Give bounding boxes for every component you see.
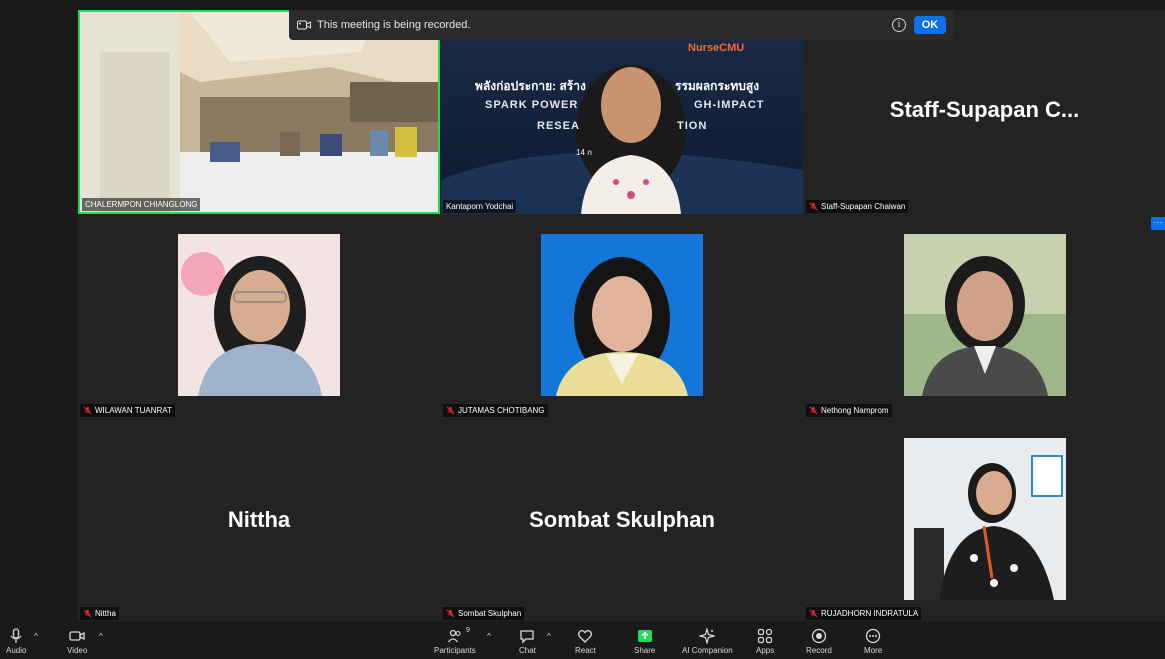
name-tag: Kantaporn Yodchai xyxy=(443,200,517,213)
name-tag: CHALERMPON CHIANGLONG xyxy=(82,198,201,211)
record-label: Record xyxy=(806,646,832,655)
audio-caret[interactable]: ^ xyxy=(34,632,38,641)
participant-tile-kantaporn[interactable]: NurseCMU พลังก่อประกาย: สร้าง รรมผลกระทบ… xyxy=(441,10,803,214)
info-icon[interactable]: i xyxy=(892,18,906,32)
slide-date: 14 ก xyxy=(576,148,592,157)
react-label: React xyxy=(575,646,596,655)
share-label: Share xyxy=(634,646,656,655)
ok-button[interactable]: OK xyxy=(914,16,946,34)
profile-photo xyxy=(178,234,340,396)
video-camera-icon xyxy=(69,631,85,641)
apps-button[interactable]: Apps xyxy=(756,628,774,655)
participant-name: Nethong Namprom xyxy=(821,406,889,415)
room-video xyxy=(80,12,438,212)
participant-tile-wilawan[interactable]: WILAWAN TUANRAT xyxy=(78,215,440,418)
ai-companion-label: AI Companion xyxy=(682,646,733,655)
zoom-meeting-window: CHALERMPON CHIANGLONG NurseCMU พลังก่อปร… xyxy=(0,0,1165,659)
more-label: More xyxy=(864,646,883,655)
heart-icon xyxy=(578,629,593,643)
name-tag: Sombat Skulphan xyxy=(443,607,525,620)
participants-label: Participants xyxy=(434,646,476,655)
slide-line2a: SPARK POWER xyxy=(485,99,579,111)
profile-photo xyxy=(904,438,1066,600)
mic-muted-icon xyxy=(446,609,455,618)
chat-button[interactable]: Chat xyxy=(519,628,536,655)
participant-name: CHALERMPON CHIANGLONG xyxy=(85,200,198,209)
apps-label: Apps xyxy=(756,646,775,655)
ai-companion-button[interactable]: AI Companion xyxy=(682,628,733,655)
react-button[interactable]: React xyxy=(575,628,596,655)
name-tag: RUJADHORN INDRATULA xyxy=(806,607,922,620)
slide-video xyxy=(441,10,803,214)
mic-muted-icon xyxy=(809,202,818,211)
display-name: Staff-Supapan C... xyxy=(889,97,1080,122)
display-name: Sombat Skulphan xyxy=(529,507,715,532)
slide-line3b: TION xyxy=(677,120,708,132)
mic-muted-icon xyxy=(809,609,818,618)
slide-line1b: รรมผลกระทบสูง xyxy=(675,79,760,93)
participant-name: Staff-Supapan Chaiwan xyxy=(821,202,906,211)
microphone-icon xyxy=(10,628,22,643)
slide-line1: พลังก่อประกาย: สร้าง xyxy=(475,79,586,93)
participant-tile-rujadhorn[interactable]: RUJADHORN INDRATULA xyxy=(804,419,1165,621)
display-name: Nittha xyxy=(227,507,291,532)
participant-tile-nethong[interactable]: Nethong Namprom xyxy=(804,215,1165,418)
participant-tile-chalermpon[interactable]: CHALERMPON CHIANGLONG xyxy=(78,10,440,214)
participants-caret[interactable]: ^ xyxy=(487,632,491,641)
participant-name: Kantaporn Yodchai xyxy=(446,202,514,211)
name-tag: Nethong Namprom xyxy=(806,404,892,417)
slide-line3a: RESEA xyxy=(537,120,580,132)
recording-text: This meeting is being recorded. xyxy=(317,19,471,31)
participant-name: WILAWAN TUANRAT xyxy=(95,406,172,415)
video-label: Video xyxy=(67,646,88,655)
participant-name: RUJADHORN INDRATULA xyxy=(821,609,919,618)
video-caret[interactable]: ^ xyxy=(99,632,103,641)
mic-muted-icon xyxy=(83,609,92,618)
chat-label: Chat xyxy=(519,646,536,655)
slide-line2b: GH-IMPACT xyxy=(694,99,765,111)
apps-icon xyxy=(758,628,773,644)
slide-brand: NurseCMU xyxy=(688,42,745,54)
name-tag: JUTAMAS CHOTIBANG xyxy=(443,404,548,417)
more-options-icon[interactable]: ··· xyxy=(1151,217,1165,230)
audio-label: Audio xyxy=(6,646,27,655)
participant-tile-jutamas[interactable]: JUTAMAS CHOTIBANG xyxy=(441,215,803,418)
mic-muted-icon xyxy=(446,406,455,415)
participant-tile-sombat[interactable]: Sombat Skulphan Sombat Skulphan xyxy=(441,419,803,621)
meeting-toolbar: Audio ^ Video ^ Participants 9 ^ Chat ^ … xyxy=(0,624,1165,659)
share-button[interactable]: Share xyxy=(634,628,655,655)
chat-caret[interactable]: ^ xyxy=(547,632,551,641)
participant-tile-nittha[interactable]: Nittha Nittha xyxy=(78,419,440,621)
participant-name: Sombat Skulphan xyxy=(458,609,522,618)
name-tag: WILAWAN TUANRAT xyxy=(80,404,175,417)
participant-name: JUTAMAS CHOTIBANG xyxy=(458,406,545,415)
video-grid: CHALERMPON CHIANGLONG NurseCMU พลังก่อปร… xyxy=(78,10,1165,621)
record-icon xyxy=(811,628,827,644)
record-button[interactable]: Record xyxy=(806,628,832,655)
video-button[interactable]: Video xyxy=(67,628,87,655)
ai-sparkle-icon xyxy=(699,628,716,644)
profile-photo xyxy=(904,234,1066,396)
participants-count: 9 xyxy=(466,627,470,634)
participant-name: Nittha xyxy=(95,609,116,618)
audio-button[interactable]: Audio xyxy=(6,628,26,655)
participants-icon xyxy=(447,629,461,643)
more-button[interactable]: More xyxy=(864,628,882,655)
recording-icon xyxy=(297,20,311,30)
mic-muted-icon xyxy=(83,406,92,415)
recording-banner: This meeting is being recorded. i OK xyxy=(289,10,954,40)
participant-tile-supapan[interactable]: Staff-Supapan C... Staff-Supapan Chaiwan xyxy=(804,10,1165,214)
profile-photo xyxy=(541,234,703,396)
share-screen-icon xyxy=(637,630,652,642)
name-tag: Staff-Supapan Chaiwan xyxy=(806,200,909,213)
mic-muted-icon xyxy=(809,406,818,415)
name-tag: Nittha xyxy=(80,607,119,620)
chat-icon xyxy=(520,630,535,644)
more-dots-icon xyxy=(865,628,881,644)
